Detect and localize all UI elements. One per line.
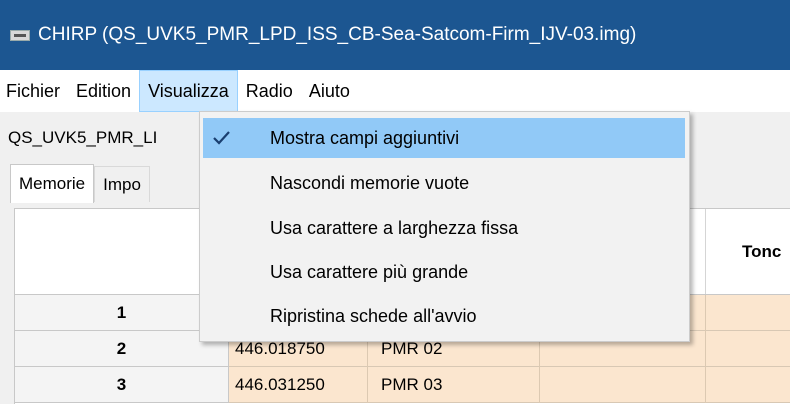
menu-aiuto[interactable]: Aiuto [301, 70, 358, 112]
row-number[interactable]: 2 [15, 331, 229, 367]
cell-divider [705, 367, 706, 403]
menu-item-label: Nascondi memorie vuote [270, 172, 470, 193]
tab-impostazioni[interactable]: Impo [94, 166, 150, 202]
cell-divider [539, 367, 540, 403]
table-row: 3 446.031250 PMR 03 [15, 367, 790, 403]
cell-frequency[interactable]: 446.031250 [235, 367, 325, 403]
menu-item-label: Usa carattere a larghezza fissa [270, 217, 519, 238]
view-menu-dropdown: Mostra campi aggiuntivi Nascondi memorie… [199, 111, 690, 342]
window-title: CHIRP (QS_UVK5_PMR_LPD_ISS_CB-Sea-Satcom… [38, 24, 637, 45]
row-number[interactable]: 3 [15, 367, 229, 403]
menu-item-larger-font[interactable]: Usa carattere più grande [203, 252, 685, 292]
editor-tabs: Memorie Impo [10, 164, 150, 203]
menu-visualizza[interactable]: Visualizza [139, 70, 238, 112]
file-tab[interactable]: QS_UVK5_PMR_LI [8, 128, 157, 148]
column-header-tone[interactable]: Tonc [742, 209, 781, 294]
menu-item-restore-tabs[interactable]: Ripristina schede all'avvio [203, 296, 685, 336]
menu-fichier[interactable]: Fichier [0, 70, 68, 112]
cell-name[interactable]: PMR 03 [381, 367, 442, 403]
menu-bar: Fichier Edition Visualizza Radio Aiuto [0, 70, 790, 112]
checkmark-icon [213, 131, 230, 145]
app-icon [10, 29, 30, 41]
menu-item-label: Usa carattere più grande [270, 261, 469, 282]
cell-divider [705, 331, 706, 367]
tab-memorie[interactable]: Memorie [10, 164, 95, 203]
menu-item-label: Mostra campi aggiuntivi [270, 127, 460, 148]
menu-item-hide-empty-memories[interactable]: Nascondi memorie vuote [203, 163, 685, 203]
row-number[interactable]: 1 [15, 295, 229, 331]
title-bar: CHIRP (QS_UVK5_PMR_LPD_ISS_CB-Sea-Satcom… [0, 0, 790, 70]
cell-divider [367, 367, 368, 403]
menu-edition[interactable]: Edition [68, 70, 139, 112]
menu-radio[interactable]: Radio [238, 70, 301, 112]
menu-item-show-extra-fields[interactable]: Mostra campi aggiuntivi [203, 118, 685, 158]
menu-item-label: Ripristina schede all'avvio [270, 305, 477, 326]
header-divider [705, 209, 706, 294]
row-cells: 446.031250 PMR 03 [229, 367, 790, 403]
menu-item-fixed-width-font[interactable]: Usa carattere a larghezza fissa [203, 208, 685, 248]
cell-divider [705, 295, 706, 331]
